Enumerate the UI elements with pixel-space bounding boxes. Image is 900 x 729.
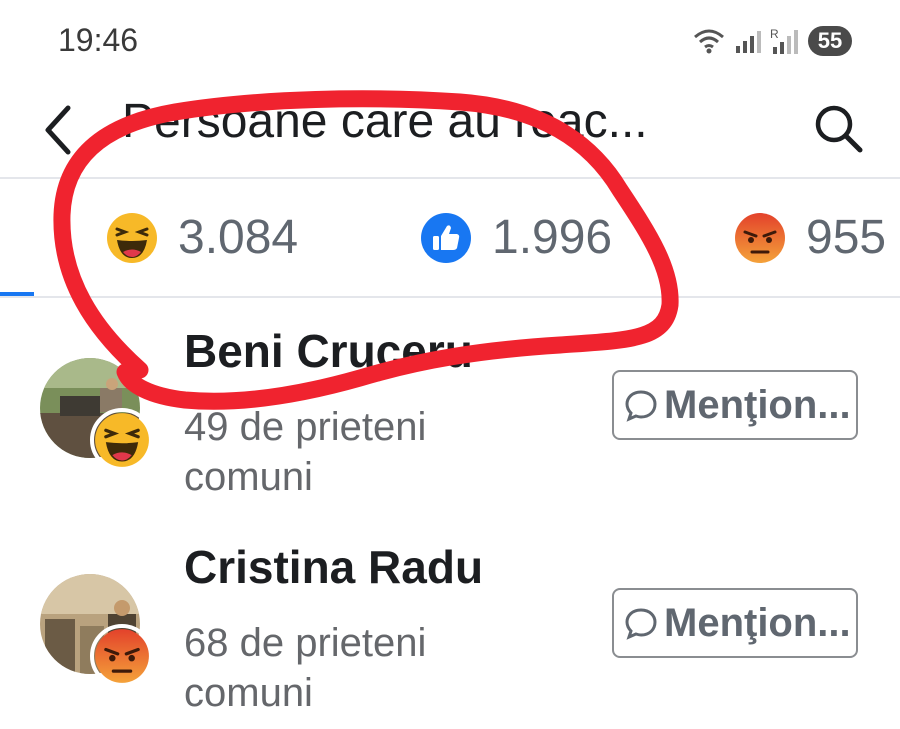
status-icons: R 55: [692, 26, 852, 56]
avatar[interactable]: [40, 574, 154, 688]
header-divider: [0, 177, 900, 179]
status-clock: 19:46: [58, 22, 139, 58]
mention-button[interactable]: Menţion...: [612, 588, 858, 658]
battery-icon: 55: [808, 26, 852, 56]
tab-like[interactable]: 1.996: [420, 210, 612, 265]
haha-badge-icon: [90, 408, 154, 472]
person-name[interactable]: Cristina Radu: [184, 540, 483, 594]
header: Persoane care au reac...: [0, 88, 900, 176]
list-item[interactable]: Beni Cruceru 49 de prieteni comuni Menţi…: [0, 298, 900, 513]
tab-haha[interactable]: 3.084: [106, 210, 298, 265]
search-icon[interactable]: [812, 102, 864, 154]
signal-roaming-icon: R: [770, 27, 798, 54]
chat-bubble-icon: [625, 608, 657, 640]
reaction-tabs: 3.084 1.996 955: [0, 180, 900, 296]
status-bar: 19:46 R 55: [0, 0, 900, 88]
page-title: Persoane care au reac...: [122, 95, 648, 148]
signal-icon: [736, 31, 761, 53]
person-name[interactable]: Beni Cruceru: [184, 324, 473, 378]
tab-angry-count: 955: [806, 211, 887, 264]
wifi-icon: [694, 29, 724, 54]
mutual-friends: 49 de prieteni comuni: [184, 405, 427, 499]
angry-badge-icon: [90, 624, 154, 688]
mention-button-label: Menţion...: [664, 382, 851, 427]
chat-bubble-icon: [625, 390, 657, 422]
haha-emoji-icon: [107, 212, 157, 263]
svg-text:R: R: [770, 27, 779, 41]
like-thumb-icon: [421, 212, 471, 263]
mention-button-label: Menţion...: [664, 600, 851, 645]
angry-emoji-icon: [735, 212, 785, 263]
back-arrow-icon[interactable]: [40, 100, 80, 160]
tab-like-count: 1.996: [492, 211, 613, 264]
mention-button[interactable]: Menţion...: [612, 370, 858, 440]
tab-haha-count: 3.084: [178, 211, 299, 264]
avatar[interactable]: [40, 358, 154, 472]
tab-angry[interactable]: 955: [734, 210, 886, 265]
mutual-friends: 68 de prieteni comuni: [184, 621, 427, 715]
list-item[interactable]: Cristina Radu 68 de prieteni comuni Menţ…: [0, 514, 900, 729]
